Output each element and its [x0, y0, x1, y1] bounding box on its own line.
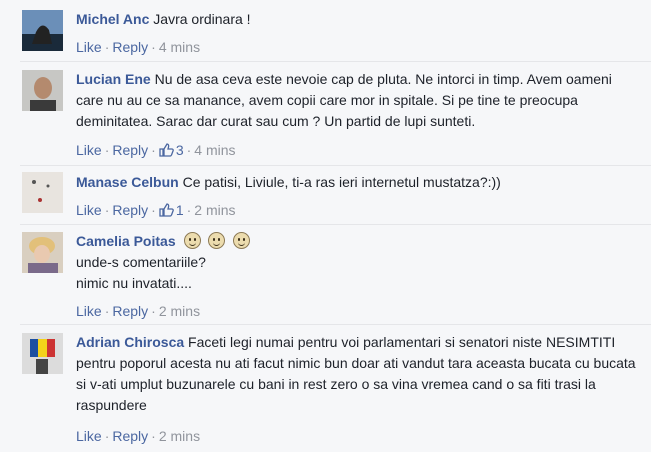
- comment-text-line: unde-s comentariile?: [76, 254, 206, 270]
- like-count[interactable]: 1: [159, 202, 184, 218]
- separator-dot: ·: [151, 428, 156, 444]
- smile-emoji-icon: [233, 232, 251, 249]
- smile-emoji-icon: [183, 232, 201, 249]
- avatar-photo: [22, 333, 63, 374]
- divider: [20, 61, 651, 62]
- comment-actions: Like · Reply · 3 · 4 mins: [76, 141, 236, 159]
- reply-link[interactable]: Reply: [112, 142, 148, 158]
- avatar[interactable]: [22, 172, 63, 213]
- separator-dot: ·: [104, 428, 110, 444]
- avatar[interactable]: [22, 10, 63, 51]
- separator-dot: ·: [104, 202, 110, 218]
- avatar[interactable]: [22, 70, 63, 111]
- comment-text-line: nimic nu invatati....: [76, 275, 192, 291]
- like-link[interactable]: Like: [76, 142, 102, 158]
- comment-text: Nu de asa ceva este nevoie cap de pluta.…: [76, 71, 612, 129]
- separator-dot: ·: [151, 142, 156, 158]
- comment-actions: Like · Reply · 2 mins: [76, 302, 200, 320]
- like-count-value: 3: [175, 142, 184, 158]
- comment-timestamp[interactable]: 4 mins: [194, 142, 235, 158]
- comment-actions: Like · Reply · 4 mins: [76, 38, 200, 56]
- avatar-photo: [22, 172, 63, 213]
- like-link[interactable]: Like: [76, 428, 102, 444]
- separator-dot: ·: [104, 39, 110, 55]
- comment-text: Ce patisi, Liviule, ti-a ras ieri intern…: [182, 174, 501, 190]
- avatar-photo: [22, 232, 63, 273]
- comment-actions: Like · Reply · 2 mins: [76, 427, 200, 445]
- comment-author[interactable]: Lucian Ene: [76, 71, 151, 87]
- comment-author[interactable]: Camelia Poitas: [76, 233, 176, 249]
- thumbs-up-icon: [159, 203, 174, 217]
- like-link[interactable]: Like: [76, 303, 102, 319]
- reply-link[interactable]: Reply: [112, 428, 148, 444]
- divider: [20, 324, 651, 325]
- like-count-value: 1: [175, 202, 184, 218]
- separator-dot: ·: [104, 303, 110, 319]
- separator-dot: ·: [186, 202, 192, 218]
- separator-dot: ·: [151, 202, 156, 218]
- separator-dot: ·: [151, 303, 156, 319]
- separator-dot: ·: [186, 142, 192, 158]
- avatar[interactable]: [22, 333, 63, 374]
- reply-link[interactable]: Reply: [112, 303, 148, 319]
- comment-timestamp[interactable]: 2 mins: [194, 202, 235, 218]
- like-link[interactable]: Like: [76, 39, 102, 55]
- comment-actions: Like · Reply · 1 · 2 mins: [76, 201, 236, 219]
- comment-timestamp[interactable]: 2 mins: [159, 428, 200, 444]
- comment-author[interactable]: Adrian Chirosca: [76, 334, 184, 350]
- comment-text: Javra ordinara !: [153, 11, 251, 27]
- avatar-photo: [22, 10, 63, 51]
- divider: [20, 224, 651, 225]
- divider: [20, 165, 651, 166]
- reply-link[interactable]: Reply: [112, 39, 148, 55]
- separator-dot: ·: [151, 39, 156, 55]
- avatar[interactable]: [22, 232, 63, 273]
- thumbs-up-icon: [159, 143, 174, 157]
- smile-emoji-icon: [208, 232, 226, 249]
- like-count[interactable]: 3: [159, 142, 184, 158]
- reply-link[interactable]: Reply: [112, 202, 148, 218]
- avatar-photo: [22, 70, 63, 111]
- comment-author[interactable]: Manase Celbun: [76, 174, 179, 190]
- separator-dot: ·: [104, 142, 110, 158]
- comment-timestamp[interactable]: 4 mins: [159, 39, 200, 55]
- comment-author[interactable]: Michel Anc: [76, 11, 149, 27]
- comment-timestamp[interactable]: 2 mins: [159, 303, 200, 319]
- comment-thread: Michel Anc Javra ordinara ! Like · Reply · 4…: [0, 0, 651, 452]
- like-link[interactable]: Like: [76, 202, 102, 218]
